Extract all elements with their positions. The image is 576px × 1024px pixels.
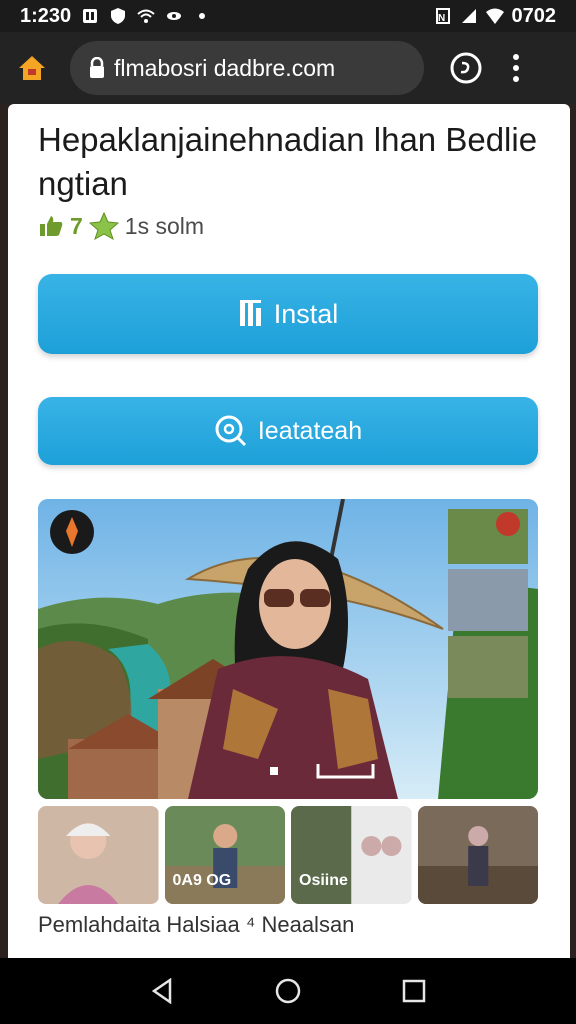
hero-screenshot[interactable] [38,499,538,799]
thumbnail-2[interactable]: 0A9 OG [164,806,285,904]
thumbnail-2-label: 0A9 OG [172,872,232,889]
overflow-menu-button[interactable] [510,50,522,86]
recents-icon[interactable] [402,979,426,1003]
hero-image [38,499,538,799]
eye-icon [167,12,182,20]
thumbnail-strip: 0A9 OG Osiine [38,806,538,904]
svg-text:N: N [438,13,445,24]
address-bar[interactable]: flmabosri dadbre.com [70,41,424,95]
tab-switcher-icon [450,52,482,84]
back-icon[interactable] [150,978,174,1004]
nfc-icon: N [435,8,450,24]
search-button[interactable]: Ieatateah [38,397,538,465]
thumbnail-1[interactable] [38,806,159,904]
app-title: Hepaklanjainehnadian lhan Bedlie ngtian [38,121,538,202]
shield-icon [111,8,126,24]
thumbnail-4[interactable] [417,806,538,904]
home-nav-icon[interactable] [274,977,302,1005]
system-nav-bar [0,958,576,1024]
install-button[interactable]: Instal [38,274,538,354]
lock-icon [90,57,104,78]
signal-icon [461,9,476,23]
rating-row: 7 1s solm [38,212,204,240]
overflow-menu-icon [513,54,519,60]
search-label: Ieatateah [257,416,363,445]
app-card: Hepaklanjainehnadian lhan Bedlie ngtian … [8,104,570,958]
home-icon [19,56,45,80]
thumbs-up-icon [40,216,63,236]
battery-text: 0702 [511,4,557,27]
install-label: Instal [273,298,339,329]
page-background: Hepaklanjainehnadian lhan Bedlie ngtian … [0,104,576,958]
wifi-icon [485,8,504,24]
home-button[interactable] [14,50,50,86]
thumbnail-3[interactable]: Osiine [291,806,412,904]
clock: 1:230 [20,4,72,27]
thumbnail-3-label: Osiine [299,872,348,889]
rating-value: 7 [70,212,83,239]
wifi-small-icon [137,9,155,23]
install-icon [239,300,261,326]
screenshot-caption: Pemlahdaita Halsiaa ⁴ Neaalsan [38,912,355,937]
search-icon [215,415,246,447]
star-icon [88,212,119,240]
notification-icon [83,9,98,23]
status-bar: 1:230 N 0702 [0,0,576,32]
url-text: flmabosri dadbre.com [114,54,336,81]
app-size: 1s solm [124,212,205,239]
browser-toolbar: flmabosri dadbre.com [0,32,576,104]
tab-switcher-button[interactable] [448,50,484,86]
dot-icon [199,13,206,19]
